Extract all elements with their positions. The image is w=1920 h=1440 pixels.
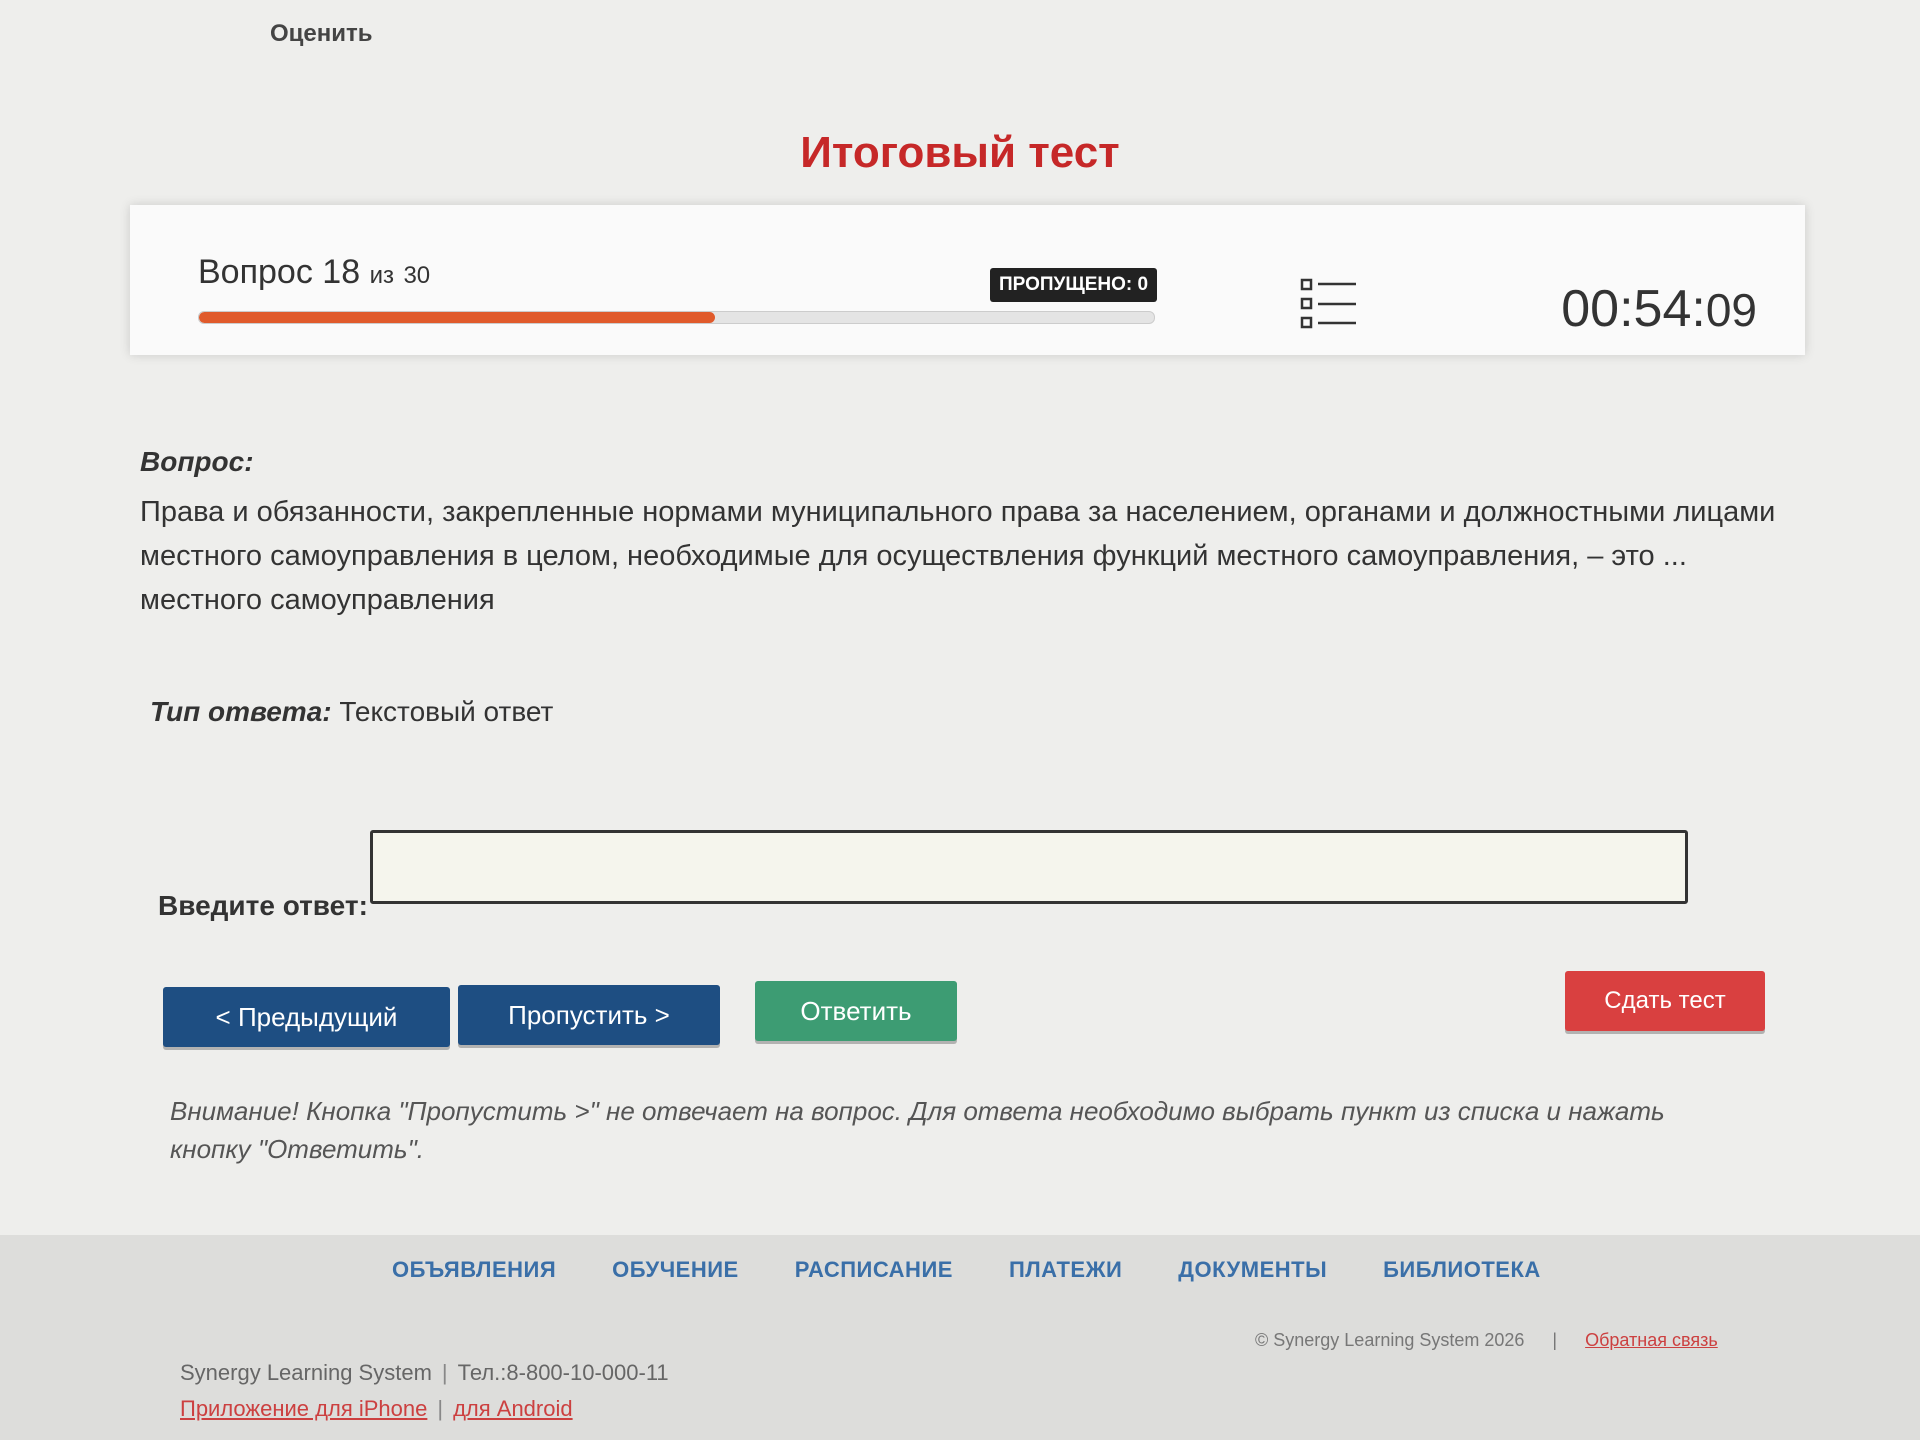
answer-type: Тип ответа: Текстовый ответ bbox=[150, 696, 553, 728]
footer-info: Synergy Learning System | Тел.:8-800-10-00… bbox=[180, 1360, 669, 1421]
answer-type-label: Тип ответа: bbox=[150, 696, 332, 727]
total-questions: 30 bbox=[403, 262, 431, 289]
submit-test-button[interactable]: Сдать тест bbox=[1565, 971, 1765, 1031]
android-app-link[interactable]: для Android bbox=[453, 1396, 573, 1421]
status-panel: Вопрос 18 из 30 ПРОПУЩЕНО: 0 00:54:09 bbox=[130, 205, 1805, 355]
answer-type-value: Текстовый ответ bbox=[339, 696, 554, 727]
question-word: Вопрос bbox=[198, 253, 313, 291]
rate-link[interactable]: Оценить bbox=[270, 20, 373, 48]
footer-nav-schedule[interactable]: РАСПИСАНИЕ bbox=[795, 1257, 953, 1283]
page-title: Итоговый тест bbox=[800, 128, 1120, 177]
previous-button[interactable]: < Предыдущий bbox=[163, 987, 450, 1047]
question-list-icon[interactable] bbox=[1300, 277, 1360, 331]
answer-input[interactable] bbox=[370, 830, 1688, 904]
skipped-badge: ПРОПУЩЕНО: 0 bbox=[990, 268, 1158, 302]
footer-nav: ОБЪЯВЛЕНИЯ ОБУЧЕНИЕ РАСПИСАНИЕ ПЛАТЕЖИ Д… bbox=[392, 1257, 1541, 1283]
footer-nav-education[interactable]: ОБУЧЕНИЕ bbox=[612, 1257, 739, 1283]
footer: ОБЪЯВЛЕНИЯ ОБУЧЕНИЕ РАСПИСАНИЕ ПЛАТЕЖИ Д… bbox=[0, 1235, 1920, 1440]
of-label: из bbox=[369, 262, 394, 289]
question-text: Права и обязанности, закрепленные нормам… bbox=[140, 496, 1776, 616]
question-counter: Вопрос 18 из 30 bbox=[198, 253, 430, 292]
timer: 00:54:09 bbox=[1561, 279, 1757, 339]
footer-nav-documents[interactable]: ДОКУМЕНТЫ bbox=[1178, 1257, 1327, 1283]
skip-button[interactable]: Пропустить > bbox=[458, 985, 720, 1045]
progress-fill bbox=[199, 312, 715, 323]
footer-copyright: © Synergy Learning System 2026 bbox=[1255, 1330, 1525, 1350]
progress-bar bbox=[198, 311, 1155, 324]
timer-seconds: 09 bbox=[1705, 284, 1757, 336]
feedback-link[interactable]: Обратная связь bbox=[1585, 1330, 1718, 1350]
timer-main: 00:54: bbox=[1561, 280, 1706, 338]
iphone-app-link[interactable]: Приложение для iPhone bbox=[180, 1396, 427, 1421]
page: Оценить Итоговый тест Вопрос 18 из 30 ПР… bbox=[0, 0, 1920, 1440]
footer-nav-library[interactable]: БИБЛИОТЕКА bbox=[1383, 1257, 1541, 1283]
answer-input-label: Введите ответ: bbox=[158, 890, 368, 921]
question-label: Вопрос: bbox=[140, 446, 254, 477]
warning-text: Внимание! Кнопка "Пропустить >" не отвеч… bbox=[170, 1096, 1665, 1164]
answer-button[interactable]: Ответить bbox=[755, 981, 957, 1041]
footer-brand: Synergy Learning System bbox=[180, 1360, 432, 1385]
question-number: 18 bbox=[322, 253, 361, 291]
footer-nav-announcements[interactable]: ОБЪЯВЛЕНИЯ bbox=[392, 1257, 556, 1283]
footer-copyright-block: © Synergy Learning System 2026 | Обратная … bbox=[1255, 1330, 1718, 1350]
footer-nav-payments[interactable]: ПЛАТЕЖИ bbox=[1009, 1257, 1122, 1283]
footer-phone: Тел.:8-800-10-000-11 bbox=[457, 1360, 669, 1385]
